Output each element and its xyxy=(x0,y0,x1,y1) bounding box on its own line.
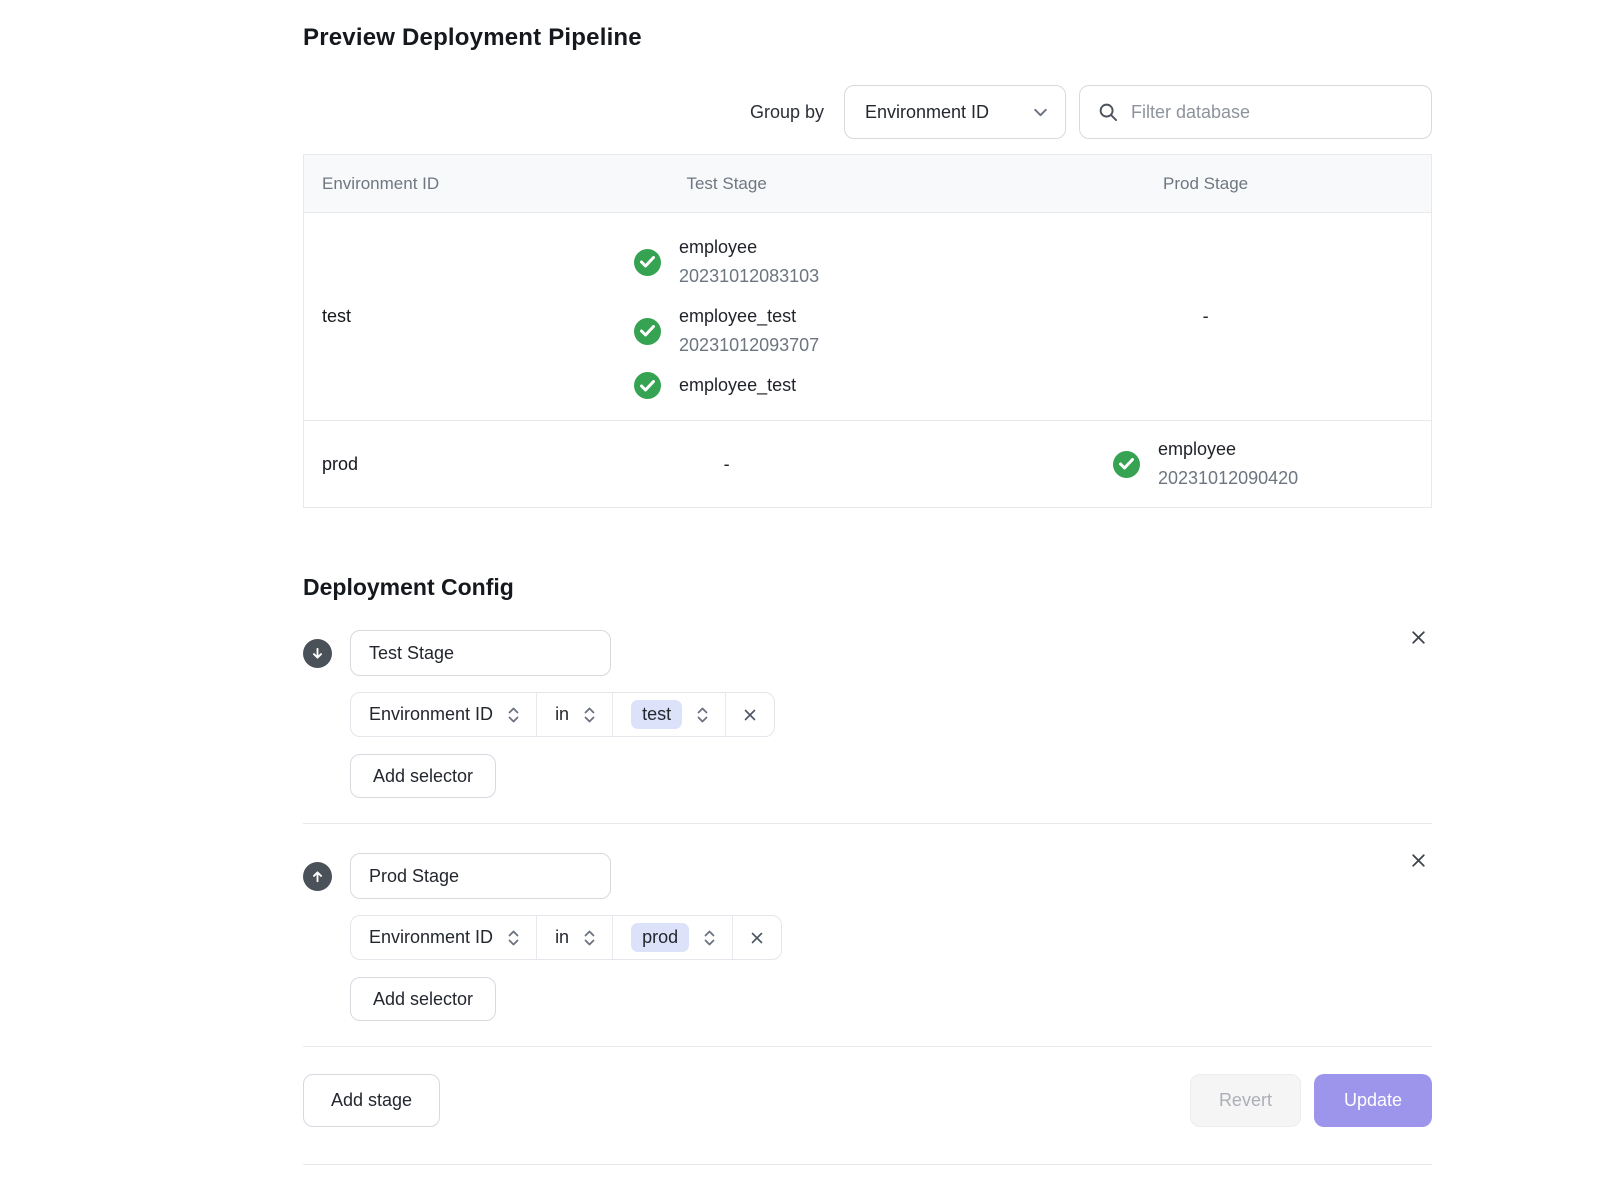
stage-config-prod: Environment ID in prod xyxy=(303,853,1432,1021)
table-row: prod - employee 20231012090420 xyxy=(304,421,1431,507)
success-check-icon xyxy=(634,249,661,276)
add-selector-button[interactable]: Add selector xyxy=(350,754,496,798)
filter-database-input[interactable] xyxy=(1131,102,1415,123)
empty-stage-placeholder: - xyxy=(1203,306,1209,327)
divider xyxy=(303,1164,1432,1165)
arrow-up-icon xyxy=(310,869,325,884)
success-check-icon xyxy=(1113,451,1140,478)
test-stage-cell: - xyxy=(473,435,980,493)
add-stage-button[interactable]: Add stage xyxy=(303,1074,440,1127)
stage-name-input[interactable] xyxy=(350,853,611,899)
selector-field-select[interactable]: Environment ID xyxy=(351,693,536,736)
entry-text: employee 20231012083103 xyxy=(679,233,819,291)
selector-value-select[interactable]: prod xyxy=(612,916,732,959)
group-by-label: Group by xyxy=(750,102,824,123)
deployment-entry: employee 20231012090420 xyxy=(1113,435,1298,493)
stage-entries: employee 20231012083103 employee_test 20… xyxy=(634,233,819,400)
chevron-up-down-icon xyxy=(695,706,710,724)
entry-text: employee_test xyxy=(679,371,796,400)
column-header-environment-id: Environment ID xyxy=(304,174,473,194)
column-header-prod-stage: Prod Stage xyxy=(980,174,1431,194)
main-content: Preview Deployment Pipeline Group by Env… xyxy=(303,24,1432,1165)
close-icon xyxy=(741,706,759,724)
config-footer: Add stage Revert Update xyxy=(303,1074,1432,1127)
column-header-test-stage: Test Stage xyxy=(473,174,980,194)
selector-value-badge: test xyxy=(631,700,682,729)
prod-stage-cell: - xyxy=(980,233,1431,400)
selector-rule: Environment ID in test xyxy=(350,692,775,737)
test-stage-cell: employee 20231012083103 employee_test 20… xyxy=(473,233,980,400)
remove-selector-button[interactable] xyxy=(725,693,774,736)
chevron-up-down-icon xyxy=(506,929,521,947)
environment-id-cell: prod xyxy=(304,435,473,493)
selector-value-select[interactable]: test xyxy=(612,693,725,736)
database-name: employee xyxy=(1158,435,1298,464)
database-name: employee xyxy=(679,233,819,262)
deployment-entry: employee 20231012083103 xyxy=(634,233,819,291)
stage-entries: employee 20231012090420 xyxy=(1113,435,1298,493)
search-icon xyxy=(1098,102,1119,123)
table-controls: Group by Environment ID xyxy=(303,85,1432,139)
update-button[interactable]: Update xyxy=(1314,1074,1432,1127)
add-selector-button[interactable]: Add selector xyxy=(350,977,496,1021)
chevron-up-down-icon xyxy=(702,929,717,947)
selector-field-value: Environment ID xyxy=(369,927,493,948)
remove-selector-button[interactable] xyxy=(732,916,781,959)
arrow-down-icon xyxy=(310,646,325,661)
remove-stage-button[interactable] xyxy=(1405,847,1432,874)
selector-operator-select[interactable]: in xyxy=(536,693,612,736)
deployment-config-title: Deployment Config xyxy=(303,574,1432,601)
revert-button[interactable]: Revert xyxy=(1190,1074,1301,1127)
selector-field-value: Environment ID xyxy=(369,704,493,725)
success-check-icon xyxy=(634,372,661,399)
entry-text: employee_test 20231012093707 xyxy=(679,302,819,360)
remove-stage-button[interactable] xyxy=(1405,624,1432,651)
success-check-icon xyxy=(634,318,661,345)
schema-version: 20231012090420 xyxy=(1158,464,1298,493)
database-name: employee_test xyxy=(679,302,819,331)
schema-version: 20231012083103 xyxy=(679,262,819,291)
close-icon xyxy=(748,929,766,947)
group-by-select[interactable]: Environment ID xyxy=(844,85,1066,139)
table-row: test employee 20231012083103 xyxy=(304,213,1431,421)
pipeline-table: Environment ID Test Stage Prod Stage tes… xyxy=(303,154,1432,508)
deployment-entry: employee_test 20231012093707 xyxy=(634,302,819,360)
selector-operator-value: in xyxy=(555,704,569,725)
divider xyxy=(303,1046,1432,1047)
chevron-up-down-icon xyxy=(582,706,597,724)
close-icon xyxy=(1409,851,1428,870)
selector-field-select[interactable]: Environment ID xyxy=(351,916,536,959)
entry-text: employee 20231012090420 xyxy=(1158,435,1298,493)
stage-config-test: Environment ID in test xyxy=(303,630,1432,798)
stage-name-input[interactable] xyxy=(350,630,611,676)
empty-stage-placeholder: - xyxy=(724,454,730,475)
environment-id-cell: test xyxy=(304,233,473,400)
pipeline-table-header: Environment ID Test Stage Prod Stage xyxy=(304,155,1431,213)
chevron-up-down-icon xyxy=(582,929,597,947)
selector-operator-select[interactable]: in xyxy=(536,916,612,959)
chevron-up-down-icon xyxy=(506,706,521,724)
move-stage-up-button[interactable] xyxy=(303,862,332,891)
close-icon xyxy=(1409,628,1428,647)
prod-stage-cell: employee 20231012090420 xyxy=(980,435,1431,493)
divider xyxy=(303,823,1432,824)
selector-operator-value: in xyxy=(555,927,569,948)
page-title: Preview Deployment Pipeline xyxy=(303,24,1432,52)
group-by-selected-value: Environment ID xyxy=(865,102,989,123)
selector-rule: Environment ID in prod xyxy=(350,915,782,960)
stage-header xyxy=(303,853,1432,899)
chevron-down-icon xyxy=(1032,104,1049,121)
deployment-entry: employee_test xyxy=(634,371,796,400)
schema-version: 20231012093707 xyxy=(679,331,819,360)
selector-value-badge: prod xyxy=(631,923,689,952)
move-stage-down-button[interactable] xyxy=(303,639,332,668)
database-name: employee_test xyxy=(679,371,796,400)
stage-header xyxy=(303,630,1432,676)
filter-database-field[interactable] xyxy=(1079,85,1432,139)
